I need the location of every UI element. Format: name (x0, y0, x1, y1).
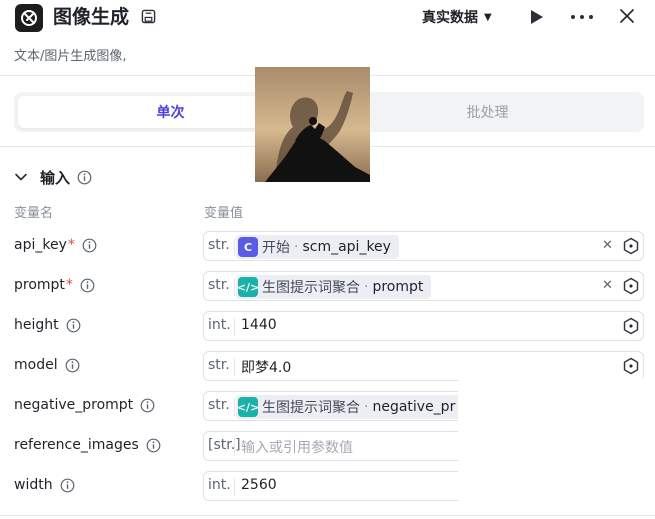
code-node-icon: </> (237, 277, 259, 297)
variable-reference-pill[interactable]: </> 生图提示词聚合 · negative_pr (236, 395, 464, 419)
column-header-name: 变量名 (14, 206, 54, 221)
param-placeholder: 输入或引用参数值 (241, 440, 353, 456)
info-icon[interactable] (66, 318, 81, 333)
param-name: prompt (14, 277, 65, 293)
reference-source: 生图提示词聚合 (262, 400, 360, 416)
node-title: 图像生成 (53, 6, 130, 28)
info-icon[interactable] (146, 438, 161, 453)
param-value-field[interactable]: str. C 开始 · scm_api_key ✕ (203, 231, 644, 261)
clear-icon[interactable]: ✕ (602, 278, 613, 293)
occluding-panel (458, 378, 655, 519)
type-tag: str. (208, 277, 230, 293)
variable-picker-icon[interactable] (622, 357, 640, 375)
param-value-field[interactable]: str. 即梦4.0 (203, 351, 644, 381)
type-tag: str. (208, 237, 230, 253)
type-tag: int. (208, 317, 231, 333)
start-node-icon: C (238, 237, 258, 257)
column-header-value: 变量值 (204, 206, 244, 221)
type-separator (234, 478, 235, 496)
section-title: 输入 (40, 168, 71, 187)
param-label: height (14, 317, 81, 333)
reference-dot: · (364, 279, 369, 295)
info-icon[interactable] (77, 170, 92, 185)
reference-variable: scm_api_key (302, 239, 391, 255)
type-tag: str. (208, 357, 230, 373)
param-value: 1440 (241, 317, 277, 333)
param-value: 2560 (241, 477, 277, 493)
panel-header: 图像生成 真实数据 ▼ (0, 0, 655, 36)
variable-reference-pill[interactable]: C 开始 · scm_api_key (236, 235, 399, 259)
param-name: api_key (14, 237, 67, 253)
info-icon[interactable] (65, 358, 80, 373)
param-name: model (14, 357, 58, 373)
type-tag: str. (208, 397, 230, 413)
param-name: width (14, 477, 53, 493)
info-icon[interactable] (80, 278, 95, 293)
reference-source: 生图提示词聚合 (262, 280, 360, 296)
required-asterisk: * (65, 277, 73, 293)
variable-reference-pill[interactable]: </> 生图提示词聚合 · prompt (236, 275, 432, 299)
param-row-height: height int. 1440 (0, 311, 655, 343)
type-separator (234, 278, 235, 296)
type-separator (234, 438, 235, 456)
more-options-icon[interactable] (571, 9, 593, 25)
variable-picker-icon[interactable] (622, 237, 640, 255)
param-label: negative_prompt (14, 397, 155, 413)
type-separator (234, 398, 235, 416)
param-row-api-key: api_key * str. C 开始 · scm_api_key ✕ (0, 231, 655, 263)
type-separator (234, 238, 235, 256)
bottom-divider (0, 515, 655, 516)
data-mode-select[interactable]: 真实数据 ▼ (422, 7, 492, 27)
close-icon[interactable] (619, 8, 635, 24)
save-disk-icon[interactable] (141, 9, 156, 24)
chevron-down-icon (15, 173, 27, 181)
param-name: reference_images (14, 437, 139, 453)
reference-dot: · (294, 239, 299, 255)
type-tag: int. (208, 477, 231, 493)
caret-down-icon: ▼ (484, 11, 492, 23)
param-label: reference_images (14, 437, 161, 453)
variable-picker-icon[interactable] (622, 277, 640, 295)
reference-variable: negative_pr (372, 399, 456, 415)
info-icon[interactable] (60, 478, 75, 493)
param-value-field[interactable]: int. 1440 (203, 311, 644, 341)
tab-batch[interactable]: 批处理 (335, 96, 640, 128)
param-label: prompt * (14, 277, 95, 293)
type-tag: [str.] (208, 437, 241, 453)
reference-dot: · (364, 399, 369, 415)
reference-variable: prompt (372, 279, 424, 295)
play-icon[interactable] (530, 9, 544, 25)
param-value: 即梦4.0 (241, 360, 292, 376)
reference-source: 开始 (262, 240, 290, 256)
param-label: api_key * (14, 237, 97, 253)
node-description: 文本/图片生成图像, (14, 49, 127, 64)
param-label: model (14, 357, 80, 373)
clear-icon[interactable]: ✕ (602, 238, 613, 253)
required-asterisk: * (67, 237, 75, 253)
param-label: width (14, 477, 75, 493)
param-row-prompt: prompt * str. </> 生图提示词聚合 · prompt ✕ (0, 271, 655, 303)
type-separator (234, 358, 235, 376)
overlay-photo (255, 67, 370, 182)
param-name: negative_prompt (14, 397, 134, 413)
param-value-field[interactable]: str. </> 生图提示词聚合 · prompt ✕ (203, 271, 644, 301)
info-icon[interactable] (82, 238, 97, 253)
info-icon[interactable] (140, 398, 155, 413)
param-name: height (14, 317, 59, 333)
data-mode-label: 真实数据 (422, 10, 478, 26)
image-gen-node-icon (15, 4, 43, 32)
variable-picker-icon[interactable] (622, 317, 640, 335)
input-section-header[interactable]: 输入 (14, 166, 92, 188)
code-node-icon: </> (237, 397, 259, 417)
type-separator (234, 318, 235, 336)
